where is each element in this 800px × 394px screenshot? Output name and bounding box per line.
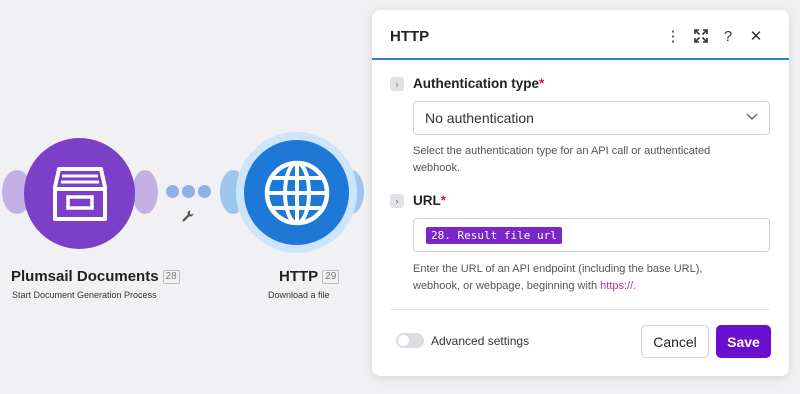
module-title-text: HTTP: [279, 268, 319, 285]
connector-dot: [198, 185, 211, 198]
url-input[interactable]: 28. Result file url: [413, 218, 770, 252]
close-icon[interactable]: ✕: [746, 26, 766, 46]
advanced-settings-label: Advanced settings: [431, 334, 530, 348]
http-module[interactable]: [236, 132, 357, 253]
auth-field-expand-icon[interactable]: ›: [390, 77, 404, 91]
plumsail-output-handle[interactable]: [132, 170, 158, 214]
module-id-badge: 28: [162, 270, 180, 284]
dialog-header: HTTP ⋮ ? ✕: [372, 10, 789, 60]
url-label: URL*: [413, 193, 446, 208]
auth-type-label-text: Authentication type: [413, 76, 540, 91]
wrench-icon[interactable]: [181, 209, 195, 223]
connector-dot: [182, 185, 195, 198]
required-marker: *: [440, 193, 447, 208]
url-field-expand-icon[interactable]: ›: [390, 194, 404, 208]
url-help-suffix: .: [633, 280, 637, 292]
auth-type-help: Select the authentication type for an AP…: [413, 145, 711, 174]
expand-glyph: [694, 29, 708, 43]
plumsail-module[interactable]: [24, 138, 135, 249]
globe-icon: [264, 160, 329, 225]
required-marker: *: [539, 76, 545, 91]
cancel-button[interactable]: Cancel: [641, 325, 709, 358]
help-icon[interactable]: ?: [718, 26, 738, 46]
mapped-value-pill[interactable]: 28. Result file url: [426, 226, 562, 244]
footer-divider: [390, 309, 770, 310]
file-cabinet-icon: [52, 166, 107, 221]
module-title-text: Plumsail Documents: [11, 268, 159, 285]
plumsail-module-subtitle: Start Document Generation Process: [12, 290, 157, 300]
toggle-knob: [398, 335, 409, 346]
dialog-title: HTTP: [390, 28, 430, 45]
save-button[interactable]: Save: [716, 325, 771, 358]
auth-type-value: No authentication: [425, 110, 534, 126]
url-help-text: Enter the URL of an API endpoint (includ…: [413, 263, 703, 292]
auth-type-label: Authentication type*: [413, 76, 544, 91]
http-module-title: HTTP 29: [279, 268, 340, 285]
auth-type-select[interactable]: No authentication: [413, 101, 770, 135]
more-vertical-icon[interactable]: ⋮: [663, 26, 683, 46]
plumsail-module-title: Plumsail Documents 28: [11, 268, 180, 285]
url-help: Enter the URL of an API endpoint (includ…: [413, 261, 743, 295]
module-settings-dialog: HTTP ⋮ ? ✕ › Authentication type* No aut…: [372, 10, 789, 376]
chevron-down-icon: [746, 113, 758, 120]
advanced-settings-toggle[interactable]: [396, 333, 424, 348]
https-link[interactable]: https://: [600, 280, 633, 292]
http-module-subtitle: Download a file: [268, 290, 330, 300]
connector-dot: [166, 185, 179, 198]
url-label-text: URL: [413, 193, 441, 208]
module-id-badge: 29: [322, 270, 340, 284]
expand-icon[interactable]: [691, 26, 711, 46]
